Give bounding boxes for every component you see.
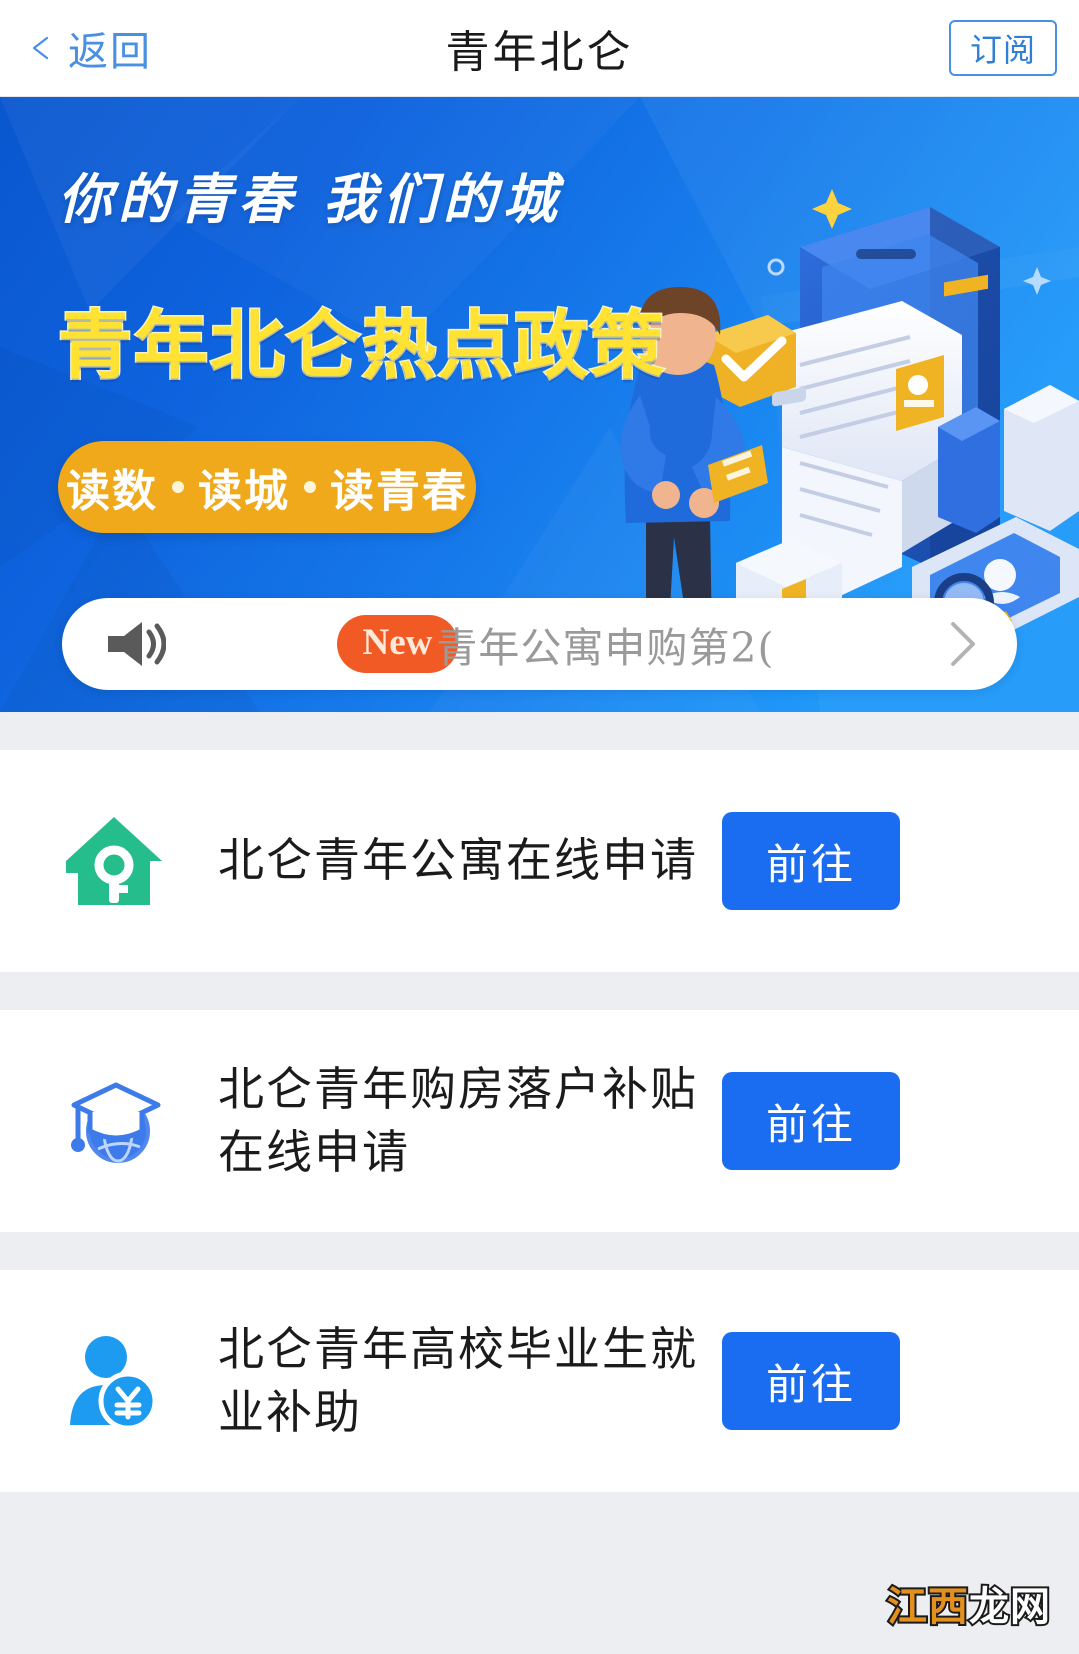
chevron-left-icon bbox=[32, 36, 49, 60]
list-item[interactable]: 北仑青年高校毕业生就业补助 前往 bbox=[0, 1270, 1079, 1492]
banner-headline: 青年北仑热点政策 bbox=[57, 303, 666, 389]
back-button[interactable]: 返回 bbox=[28, 19, 152, 77]
back-label: 返回 bbox=[68, 30, 152, 74]
slogan-dot-2 bbox=[304, 481, 316, 493]
banner-slogan-pill[interactable]: 读数 读城 读青春 bbox=[58, 441, 476, 533]
go-button[interactable]: 前往 bbox=[722, 1332, 900, 1430]
announcement-bar[interactable]: New 青年公寓申购第2( bbox=[62, 598, 1017, 690]
site-watermark: 江西龙网 bbox=[885, 1574, 1052, 1632]
graduation-cap-globe-icon bbox=[71, 1082, 161, 1163]
list-item[interactable]: 北仑青年公寓在线申请 前往 bbox=[0, 750, 1079, 972]
section-divider bbox=[0, 972, 1079, 1010]
announcement-content: New 青年公寓申购第2( bbox=[184, 614, 927, 674]
go-button[interactable]: 前往 bbox=[722, 1072, 900, 1170]
person-yuan-icon bbox=[70, 1336, 158, 1431]
speaker-icon bbox=[108, 622, 166, 666]
banner-copy: 你的青春 我们的城 青年北仑热点政策 读数 读城 读青春 bbox=[57, 155, 666, 533]
slogan-part-1: 读数 bbox=[66, 467, 158, 516]
list-item[interactable]: 北仑青年购房落户补贴在线申请 前往 bbox=[0, 1010, 1079, 1232]
go-button[interactable]: 前往 bbox=[722, 812, 900, 910]
watermark-orange-text: 江西 bbox=[885, 1582, 970, 1632]
list-item-title: 北仑青年高校毕业生就业补助 bbox=[218, 1321, 698, 1439]
slogan-part-2: 读城 bbox=[198, 467, 290, 516]
subscribe-button[interactable]: 订阅 bbox=[949, 20, 1057, 76]
list-item-title: 北仑青年购房落户补贴在线申请 bbox=[218, 1061, 698, 1179]
announcement-text: 青年公寓申购第2( bbox=[436, 624, 775, 672]
app-screen: 返回 青年北仑 订阅 你的青春 我们的城 青年北仑热点政策 读数 读城 读青春 … bbox=[0, 0, 1079, 1654]
page-title: 青年北仑 bbox=[445, 28, 634, 77]
slogan-dot-1 bbox=[172, 481, 184, 493]
slogan-part-3: 读青春 bbox=[330, 467, 468, 516]
section-divider bbox=[0, 712, 1079, 750]
section-divider bbox=[0, 1232, 1079, 1270]
list-item-title: 北仑青年公寓在线申请 bbox=[218, 833, 698, 888]
chevron-right-icon bbox=[951, 622, 975, 666]
footer-area: 江西龙网 bbox=[0, 1492, 1079, 1654]
house-key-icon bbox=[66, 817, 162, 905]
watermark-white-text: 龙网 bbox=[967, 1582, 1052, 1632]
banner-tagline: 你的青春 我们的城 bbox=[58, 167, 563, 231]
promo-banner[interactable]: 你的青春 我们的城 青年北仑热点政策 读数 读城 读青春 New 青年公寓申购第… bbox=[0, 97, 1079, 712]
app-header: 返回 青年北仑 订阅 bbox=[0, 0, 1079, 97]
